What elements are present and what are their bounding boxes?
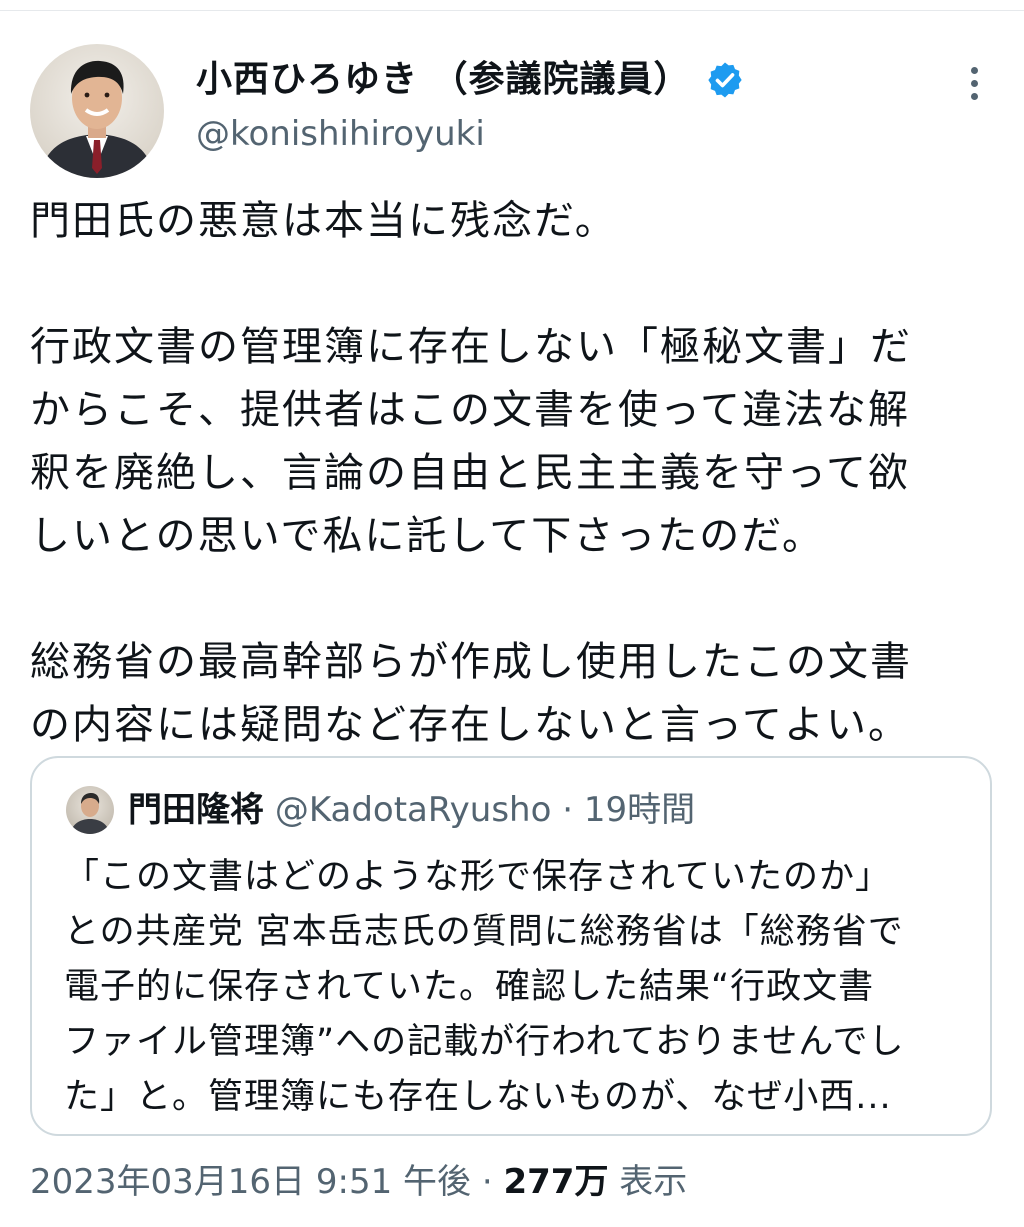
tweet-paragraph-1: 門田氏の悪意は本当に残念だ。	[30, 198, 617, 244]
quoted-header: 門田隆将 @KadotaRyusho · 19時間	[128, 788, 695, 832]
avatar-portrait	[40, 60, 154, 178]
quoted-author-avatar	[66, 786, 114, 834]
views-count: 277万	[503, 1162, 609, 1202]
tweet-paragraph-2: 行政文書の管理簿に存在しない「極秘文書」だ からこそ、提供者はこの文書を使って違…	[30, 324, 912, 559]
quoted-tweet-text: 「この文書はどのような形で保存されていたのか」 との共産党 宮本岳志氏の質問に総…	[64, 850, 974, 1125]
verified-badge-icon[interactable]	[705, 60, 745, 100]
tweet-meta: 2023年03月16日 9:51 午後 · 277万 表示	[30, 1160, 687, 1204]
author-name-text: 小西ひろゆき （参議院議員）	[196, 59, 691, 100]
author-handle[interactable]: @konishihiroyuki	[196, 112, 485, 156]
more-options-icon[interactable]	[956, 64, 992, 104]
quoted-author-name[interactable]: 門田隆将	[128, 790, 264, 830]
quoted-timestamp[interactable]: 19時間	[584, 790, 695, 830]
top-divider	[0, 10, 1024, 11]
author-header: 小西ひろゆき （参議院議員）	[196, 58, 745, 102]
quoted-avatar-portrait	[70, 793, 110, 834]
tweet-text: 門田氏の悪意は本当に残念だ。 行政文書の管理簿に存在しない「極秘文書」だ からこ…	[30, 190, 1000, 757]
views-label: 表示	[619, 1162, 688, 1202]
tweet-paragraph-3: 総務省の最高幹部らが作成し使用したこの文書 の内容には疑問など存在しないと言って…	[30, 639, 912, 748]
quoted-separator: ·	[551, 790, 584, 830]
meta-separator: ·	[471, 1162, 504, 1202]
tweet-timestamp[interactable]: 2023年03月16日 9:51 午後	[30, 1162, 471, 1202]
author-avatar[interactable]	[30, 44, 164, 178]
quoted-text-body: 「この文書はどのような形で保存されていたのか」 との共産党 宮本岳志氏の質問に総…	[64, 857, 905, 1117]
quoted-author-handle[interactable]: @KadotaRyusho	[275, 790, 552, 830]
quoted-tweet-card[interactable]: 門田隆将 @KadotaRyusho · 19時間 「この文書はどのような形で保…	[30, 756, 992, 1136]
author-name[interactable]: 小西ひろゆき （参議院議員）	[196, 58, 745, 102]
